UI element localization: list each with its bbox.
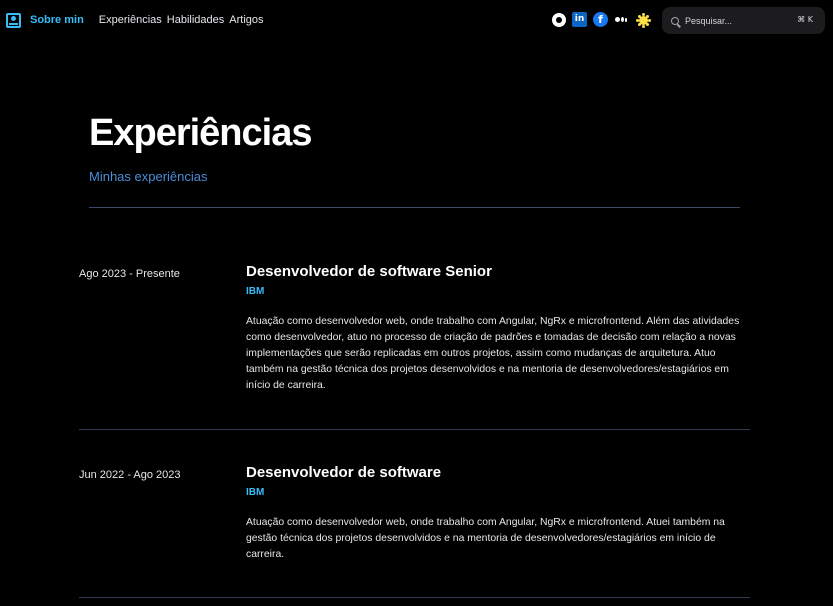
experience-company: IBM xyxy=(246,286,265,297)
experience-company: IBM xyxy=(246,487,265,498)
page-title: Experiências xyxy=(89,112,312,154)
experience-body: Desenvolvedor de software IBM Atuação co… xyxy=(246,464,750,563)
experience-body: Desenvolvedor de software Senior IBM Atu… xyxy=(246,263,750,394)
social-links: in f xyxy=(550,11,634,28)
experience-date: Jun 2022 - Ago 2023 xyxy=(79,469,181,481)
nav-item-habilidades[interactable]: Habilidades xyxy=(167,14,224,26)
header-divider xyxy=(89,207,740,208)
search-input[interactable] xyxy=(685,15,785,26)
github-link[interactable] xyxy=(550,11,567,28)
search-box[interactable]: ⌘ K xyxy=(662,7,825,34)
experience-divider xyxy=(79,597,750,598)
linkedin-link[interactable]: in xyxy=(571,11,588,28)
medium-icon xyxy=(615,13,629,27)
experience-date: Ago 2023 - Presente xyxy=(79,268,180,280)
sun-icon xyxy=(638,15,648,25)
profile-card-icon xyxy=(6,12,21,28)
theme-toggle-button[interactable] xyxy=(634,11,652,29)
experience-role: Desenvolvedor de software xyxy=(246,464,442,481)
nav-item-experiencias[interactable]: Experiências xyxy=(99,14,162,26)
experience-role: Desenvolvedor de software Senior xyxy=(246,263,492,280)
brand-label: Sobre min xyxy=(30,14,84,26)
nav-item-artigos[interactable]: Artigos xyxy=(229,14,263,26)
experience-description: Atuação como desenvolvedor web, onde tra… xyxy=(246,316,740,391)
search-shortcut-hint: ⌘ K xyxy=(797,15,813,24)
page-subtitle: Minhas experiências xyxy=(89,169,208,184)
experience-divider xyxy=(79,429,750,430)
medium-link[interactable] xyxy=(613,11,630,28)
facebook-icon: f xyxy=(593,12,608,27)
github-icon xyxy=(551,12,566,27)
facebook-link[interactable]: f xyxy=(592,11,609,28)
main-nav: Experiências Habilidades Artigos xyxy=(99,14,269,26)
brand-link[interactable]: Sobre min xyxy=(6,12,84,28)
search-icon xyxy=(671,16,679,25)
linkedin-icon: in xyxy=(572,12,587,27)
experience-description: Atuação como desenvolvedor web, onde tra… xyxy=(246,517,725,560)
